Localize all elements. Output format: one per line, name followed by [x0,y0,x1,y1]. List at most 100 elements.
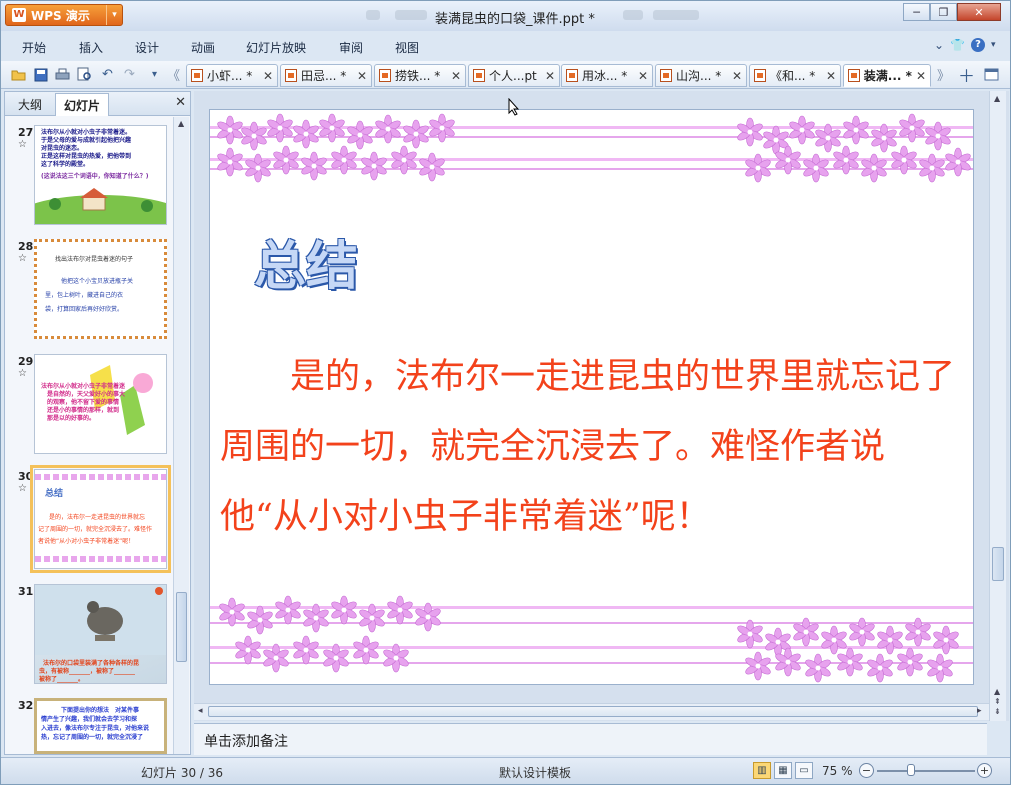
undo-icon[interactable]: ↶ [99,66,116,83]
flower-border [35,474,166,480]
doc-tab-1[interactable]: 小虾... * ✕ [186,64,278,87]
menu-animation[interactable]: 动画 [191,39,215,56]
new-tab-icon[interactable]: ＋ [958,66,975,87]
tab-close-icon[interactable]: ✕ [732,69,742,83]
tabs-scroll-right-icon[interactable]: 》 [935,66,952,84]
open-icon[interactable] [10,66,27,83]
slide-editor: 总结 是的，法布尔一走进昆虫的世界里就忘记了周围的一切，就完全沉浸去了。难怪作者… [194,91,1009,721]
slide-thumbnail-27[interactable]: 法布尔从小就对小虫子非常着迷。 于是父母的爱与成就引起他把兴趣 对昆虫的迷恋。 … [34,125,167,225]
tab-close-icon[interactable]: ✕ [357,69,367,83]
blurred-decor [366,10,380,20]
tab-close-icon[interactable]: ✕ [545,69,555,83]
insect-photo [35,585,166,655]
slide-thumbnail-29[interactable]: 法布尔从小就对小虫子非常着迷 是自然的，天父爱好小的事大 的观察，他不留下爱的事… [34,354,167,454]
panel-scrollbar[interactable]: ▲ [173,117,189,754]
dropdown-arrow-icon: ▾ [106,5,122,25]
app-menu-button[interactable]: W WPS 演示 ▾ [5,4,123,26]
redo-icon[interactable]: ↷ [121,66,138,83]
menu-view[interactable]: 视图 [395,39,419,56]
print-preview-icon[interactable] [76,66,93,83]
thumb-line: 被称了_______。 [39,676,85,683]
save-icon[interactable] [32,66,49,83]
tab-close-icon[interactable]: ✕ [638,69,648,83]
tab-slides[interactable]: 幻灯片 [55,93,110,116]
thumb-number: 32 [18,699,34,712]
doc-tab-label: 《和... * [770,69,816,83]
thumb-line: 那是以的好事的。 [47,415,96,422]
menu-insert[interactable]: 插入 [79,39,103,56]
design-template[interactable]: 默认设计模板 [499,764,571,781]
thumb-line: 袋，打算回家后再好好欣赏。 [45,306,124,313]
editor-scroll-thumb[interactable] [992,547,1004,581]
menu-design[interactable]: 设计 [135,39,159,56]
next-slide-icon[interactable]: ⇟ [994,707,1001,716]
ppt-file-icon [285,69,297,82]
menu-start[interactable]: 开始 [22,39,46,56]
scroll-up-icon[interactable]: ▲ [994,94,1000,103]
mouse-cursor-icon [508,98,520,116]
tabs-scroll-left-icon[interactable]: 《 [165,66,182,84]
menu-right-controls: ⌄ 👕 ? ▾ [934,38,996,52]
print-icon[interactable] [54,66,71,83]
slide-title[interactable]: 总结 [254,224,358,299]
doc-tab-3[interactable]: 捞铁... * ✕ [374,64,466,87]
slide-thumbnail-31[interactable]: 法布尔的口袋里装满了各种各样的昆 虫，有被称_______，被称了_______… [34,584,167,684]
slide-thumbnail-32[interactable]: 下面提出你的想法 对某件事 情产生了兴趣，我们就会去学习和探 入进去，像法布尔专… [34,698,167,754]
zoom-out-button[interactable]: − [859,763,874,778]
collapse-ribbon-icon[interactable]: ⌄ [934,38,944,52]
zoom-slider[interactable] [877,770,975,772]
tab-close-icon[interactable]: ✕ [451,69,461,83]
slide-thumbnail-28[interactable]: 找出法布尔对昆虫着迷的句子 他把这个小宝贝放进瓶子关 里，包上树叶，藏进自己的衣… [34,239,167,339]
scroll-right-icon[interactable]: ▸ [977,706,982,716]
slide-canvas[interactable]: 总结 是的，法布尔一走进昆虫的世界里就忘记了周围的一切，就完全沉浸去了。难怪作者… [209,109,974,685]
close-button[interactable]: ✕ [957,3,1001,21]
zoom-in-button[interactable]: + [977,763,992,778]
thumb-line: 热，忘记了周围的一切，就完全沉浸了 [41,734,144,741]
slideshow-view-icon[interactable]: ▭ [795,762,813,779]
previous-slide-icon[interactable]: ⇞ [994,697,1001,706]
thumb-line: 找出法布尔对昆虫着迷的句子 [55,256,134,263]
doc-tab-5[interactable]: 用冰... * ✕ [561,64,653,87]
panel-close-icon[interactable]: ✕ [175,95,186,110]
scroll-down-icon[interactable]: ▲ [994,687,1000,696]
slide-thumbnail-30[interactable]: 总结 是的，法布尔一走进昆虫的世界就忘 记了周围的一切，就完全沉浸去了。难怪作 … [30,465,171,573]
minimize-button[interactable]: ─ [903,3,930,21]
help-dropdown-icon[interactable]: ▾ [991,40,996,50]
editor-hscroll-thumb[interactable] [208,706,978,717]
doc-tab-active[interactable]: 装满... * ✕ [843,64,931,87]
normal-view-icon[interactable]: ▥ [753,762,771,779]
more-icon[interactable]: ▾ [146,66,163,83]
blurred-decor [395,10,427,20]
thumb-line: 他把这个小宝贝放进瓶子关 [61,278,134,285]
editor-horizontal-scrollbar[interactable]: ◂ ▸ [194,703,989,720]
slide-body-text[interactable]: 是的，法布尔一走进昆虫的世界里就忘记了周围的一切，就完全沉浸去了。难怪作者说他“… [220,342,960,552]
doc-tab-label: 田忌... * [301,69,347,83]
doc-tab-4[interactable]: 个人...pt ✕ [468,64,560,87]
zoom-level[interactable]: 75 % [822,764,853,778]
tab-close-icon[interactable]: ✕ [263,69,273,83]
notes-pane[interactable]: 单击添加备注 [194,723,987,755]
panel-scroll-thumb[interactable] [176,592,187,662]
tab-outline[interactable]: 大纲 [18,96,42,113]
restore-button[interactable]: ❐ [930,3,957,21]
slide-sorter-icon[interactable]: ▦ [774,762,792,779]
skin-icon[interactable]: 👕 [950,38,965,52]
scroll-left-icon[interactable]: ◂ [198,706,203,716]
tab-close-icon[interactable]: ✕ [916,69,926,83]
editor-vertical-scrollbar[interactable]: ▲ ▲ ⇞ ⇟ [989,91,1006,721]
menu-review[interactable]: 审阅 [339,39,363,56]
help-icon[interactable]: ? [971,38,986,52]
tab-close-icon[interactable]: ✕ [826,69,836,83]
doc-tab-6[interactable]: 山沟... * ✕ [655,64,747,87]
tab-list-icon[interactable] [983,66,1000,83]
doc-tab-2[interactable]: 田忌... * ✕ [280,64,372,87]
zoom-slider-knob[interactable] [907,764,915,776]
window-controls: ─ ❐ ✕ [903,3,1001,21]
thumb-number: 28 [18,240,34,253]
ppt-file-icon [754,69,766,82]
scroll-up-icon[interactable]: ▲ [178,119,184,128]
slides-panel: 大纲 幻灯片 ✕ 27 ☆ 法布尔从小就对小虫子非常着迷。 于是父母的爱与成就引… [4,91,191,755]
menu-slideshow[interactable]: 幻灯片放映 [246,39,306,56]
ppt-file-icon [848,69,860,82]
doc-tab-7[interactable]: 《和... * ✕ [749,64,841,87]
